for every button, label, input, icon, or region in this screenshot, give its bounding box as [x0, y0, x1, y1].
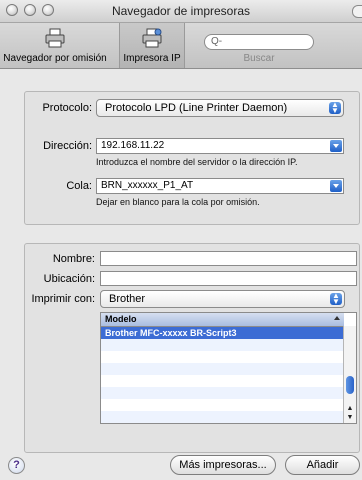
network-printer-icon: [142, 28, 162, 48]
search-icon: Q-: [211, 36, 223, 47]
table-row-empty: [101, 351, 344, 363]
sort-ascending-icon: [334, 316, 340, 320]
protocol-value: Protocolo LPD (Line Printer Daemon): [105, 102, 288, 114]
window-title: Navegador de impresoras: [111, 4, 251, 18]
table-row-empty: [101, 339, 344, 351]
address-combo[interactable]: 192.168.11.22: [96, 138, 344, 154]
table-row[interactable]: Brother MFC-xxxxx BR-Script3: [101, 327, 344, 339]
scroll-up-arrow-icon[interactable]: ▲: [345, 404, 355, 413]
location-label: Ubicación:: [43, 273, 95, 285]
table-scrollbar[interactable]: ▲ ▼: [343, 326, 356, 423]
chevron-down-icon[interactable]: [330, 140, 342, 152]
help-button[interactable]: ?: [8, 457, 25, 474]
name-label: Nombre:: [52, 253, 95, 265]
ip-printer-label: Impresora IP: [123, 53, 181, 64]
scroll-down-arrow-icon[interactable]: ▼: [345, 413, 355, 422]
protocol-label: Protocolo:: [42, 102, 92, 114]
default-browser-label: Navegador por omisión: [3, 53, 107, 64]
address-value: 192.168.11.22: [101, 140, 165, 151]
name-field[interactable]: [100, 251, 357, 266]
default-browser-tab[interactable]: Navegador por omisión: [0, 23, 110, 68]
model-column-header[interactable]: Modelo: [101, 313, 344, 327]
toolbar: Navegador por omisión Impresora IP Q- Bu…: [0, 23, 362, 69]
more-printers-button[interactable]: Más impresoras...: [170, 455, 276, 475]
queue-label: Cola:: [66, 180, 92, 192]
search-label: Buscar: [243, 53, 275, 64]
table-row-empty: [101, 411, 344, 423]
popup-arrows-icon: ▲ ▼: [330, 292, 342, 306]
queue-combo[interactable]: BRN_xxxxxx_P1_AT: [96, 178, 344, 194]
print-using-label: Imprimir con:: [31, 293, 95, 305]
model-header-label: Modelo: [105, 314, 137, 324]
chevron-down-icon[interactable]: [330, 180, 342, 192]
popup-arrows-icon: ▲ ▼: [329, 101, 341, 115]
protocol-popup[interactable]: Protocolo LPD (Line Printer Daemon) ▲ ▼: [96, 99, 344, 117]
content-area: Protocolo: Protocolo LPD (Line Printer D…: [0, 69, 362, 480]
scrollbar-thumb[interactable]: [346, 376, 354, 394]
toolbar-toggle-button[interactable]: [352, 5, 362, 18]
table-row-empty: [101, 387, 344, 399]
model-name: Brother MFC-xxxxx BR-Script3: [105, 328, 237, 338]
search-input[interactable]: Q-: [204, 34, 314, 50]
location-field[interactable]: [100, 271, 357, 286]
queue-value: BRN_xxxxxx_P1_AT: [101, 180, 194, 191]
print-using-popup[interactable]: Brother ▲ ▼: [100, 290, 345, 308]
print-using-value: Brother: [109, 293, 146, 305]
queue-hint: Dejar en blanco para la cola por omisión…: [96, 197, 260, 207]
address-hint: Introduzca el nombre del servidor o la d…: [96, 157, 298, 167]
model-table[interactable]: Modelo Brother MFC-xxxxx BR-Script3 ▲ ▼: [100, 312, 357, 424]
title-bar: Navegador de impresoras: [0, 0, 362, 23]
address-label: Dirección:: [43, 140, 92, 152]
printer-icon: [45, 28, 65, 48]
add-button[interactable]: Añadir: [285, 455, 360, 475]
table-row-empty: [101, 363, 344, 375]
ip-printer-tab[interactable]: Impresora IP: [119, 23, 185, 68]
table-row-empty: [101, 399, 344, 411]
table-row-empty: [101, 375, 344, 387]
